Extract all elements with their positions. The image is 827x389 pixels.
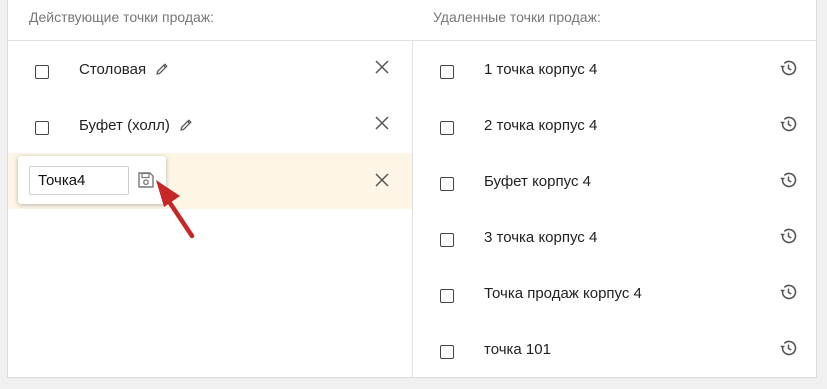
rename-input[interactable] bbox=[29, 166, 129, 195]
close-icon[interactable] bbox=[375, 116, 389, 130]
item-checkbox[interactable] bbox=[440, 121, 454, 135]
item-label: Столовая bbox=[79, 61, 147, 78]
restore-history-icon[interactable] bbox=[778, 170, 798, 190]
restore-history-icon[interactable] bbox=[778, 226, 798, 246]
close-icon[interactable] bbox=[375, 60, 389, 74]
item-checkbox[interactable] bbox=[440, 65, 454, 79]
deleted-points-title: Удаленные точки продаж: bbox=[433, 9, 601, 25]
item-checkbox[interactable] bbox=[440, 289, 454, 303]
item-checkbox[interactable] bbox=[440, 345, 454, 359]
deleted-list-item: Буфет корпус 4 bbox=[413, 153, 818, 209]
item-checkbox[interactable] bbox=[440, 177, 454, 191]
item-label: 2 точка корпус 4 bbox=[484, 117, 598, 134]
item-checkbox[interactable] bbox=[440, 233, 454, 247]
restore-history-icon[interactable] bbox=[778, 114, 798, 134]
restore-history-icon[interactable] bbox=[778, 338, 798, 358]
pencil-icon[interactable] bbox=[178, 117, 194, 133]
deleted-list-item: точка 101 bbox=[413, 321, 818, 377]
item-label: Буфет (холл) bbox=[79, 117, 170, 134]
deleted-list-item: 1 точка корпус 4 bbox=[413, 41, 818, 97]
deleted-list-item: Точка продаж корпус 4 bbox=[413, 265, 818, 321]
deleted-list-item: 3 точка корпус 4 bbox=[413, 209, 818, 265]
restore-history-icon[interactable] bbox=[778, 282, 798, 302]
item-checkbox[interactable] bbox=[35, 65, 49, 79]
item-label: точка 101 bbox=[484, 341, 551, 358]
active-list-item: Столовая bbox=[8, 41, 412, 97]
item-checkbox[interactable] bbox=[35, 121, 49, 135]
restore-history-icon[interactable] bbox=[778, 58, 798, 78]
rename-popover bbox=[18, 156, 166, 204]
item-label: Точка продаж корпус 4 bbox=[484, 285, 642, 302]
deleted-list-item: 2 точка корпус 4 bbox=[413, 97, 818, 153]
active-list-item: Буфет (холл) bbox=[8, 97, 412, 153]
item-label: 3 точка корпус 4 bbox=[484, 229, 598, 246]
pencil-icon[interactable] bbox=[154, 61, 170, 77]
active-points-title: Действующие точки продаж: bbox=[29, 9, 215, 25]
item-label: Буфет корпус 4 bbox=[484, 173, 591, 190]
close-icon[interactable] bbox=[375, 173, 389, 187]
annotation-arrow bbox=[156, 180, 195, 239]
item-label: 1 точка корпус 4 bbox=[484, 61, 598, 78]
